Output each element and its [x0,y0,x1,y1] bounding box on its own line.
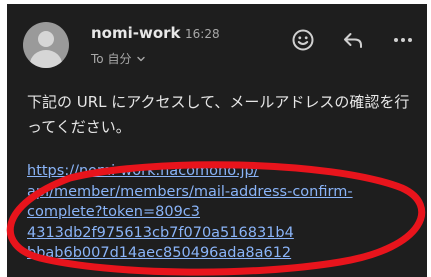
smiley-icon [292,29,314,51]
more-horizontal-icon [394,38,412,42]
link-line-5[interactable]: bbab6b007d14aec850496ada8a612 [27,243,419,264]
recipient-details-toggle[interactable]: To 自分 [91,50,147,67]
avatar-shoulders [30,50,62,68]
link-line-1[interactable]: https://nomi-work.hacomono.jp/ [27,161,419,182]
link-line-3[interactable]: complete?token=809c3 [27,202,419,223]
reply-button[interactable] [339,26,367,54]
more-options-button[interactable] [389,26,417,54]
email-view: nomi-work 16:28 To 自分 下記の URL にアクセスして、メー… [7,4,427,277]
message-body-text: 下記の URL にアクセスして、メールアドレスの確認を行ってください。 [27,93,410,136]
link-line-4[interactable]: 4313db2f975613cb7f070a516831b4 [27,223,419,244]
confirmation-link[interactable]: https://nomi-work.hacomono.jp/ api/membe… [27,161,419,264]
message-time: 16:28 [185,27,220,41]
emoji-reaction-button[interactable] [289,26,317,54]
avatar-head [38,31,54,47]
recipient-label: To 自分 [91,52,132,66]
sender-avatar[interactable] [23,22,69,68]
reply-arrow-icon [344,33,362,48]
sender-name[interactable]: nomi-work [91,24,181,42]
chevron-down-icon [137,56,146,61]
link-line-2[interactable]: api/member/members/mail-address-confirm- [27,182,419,203]
